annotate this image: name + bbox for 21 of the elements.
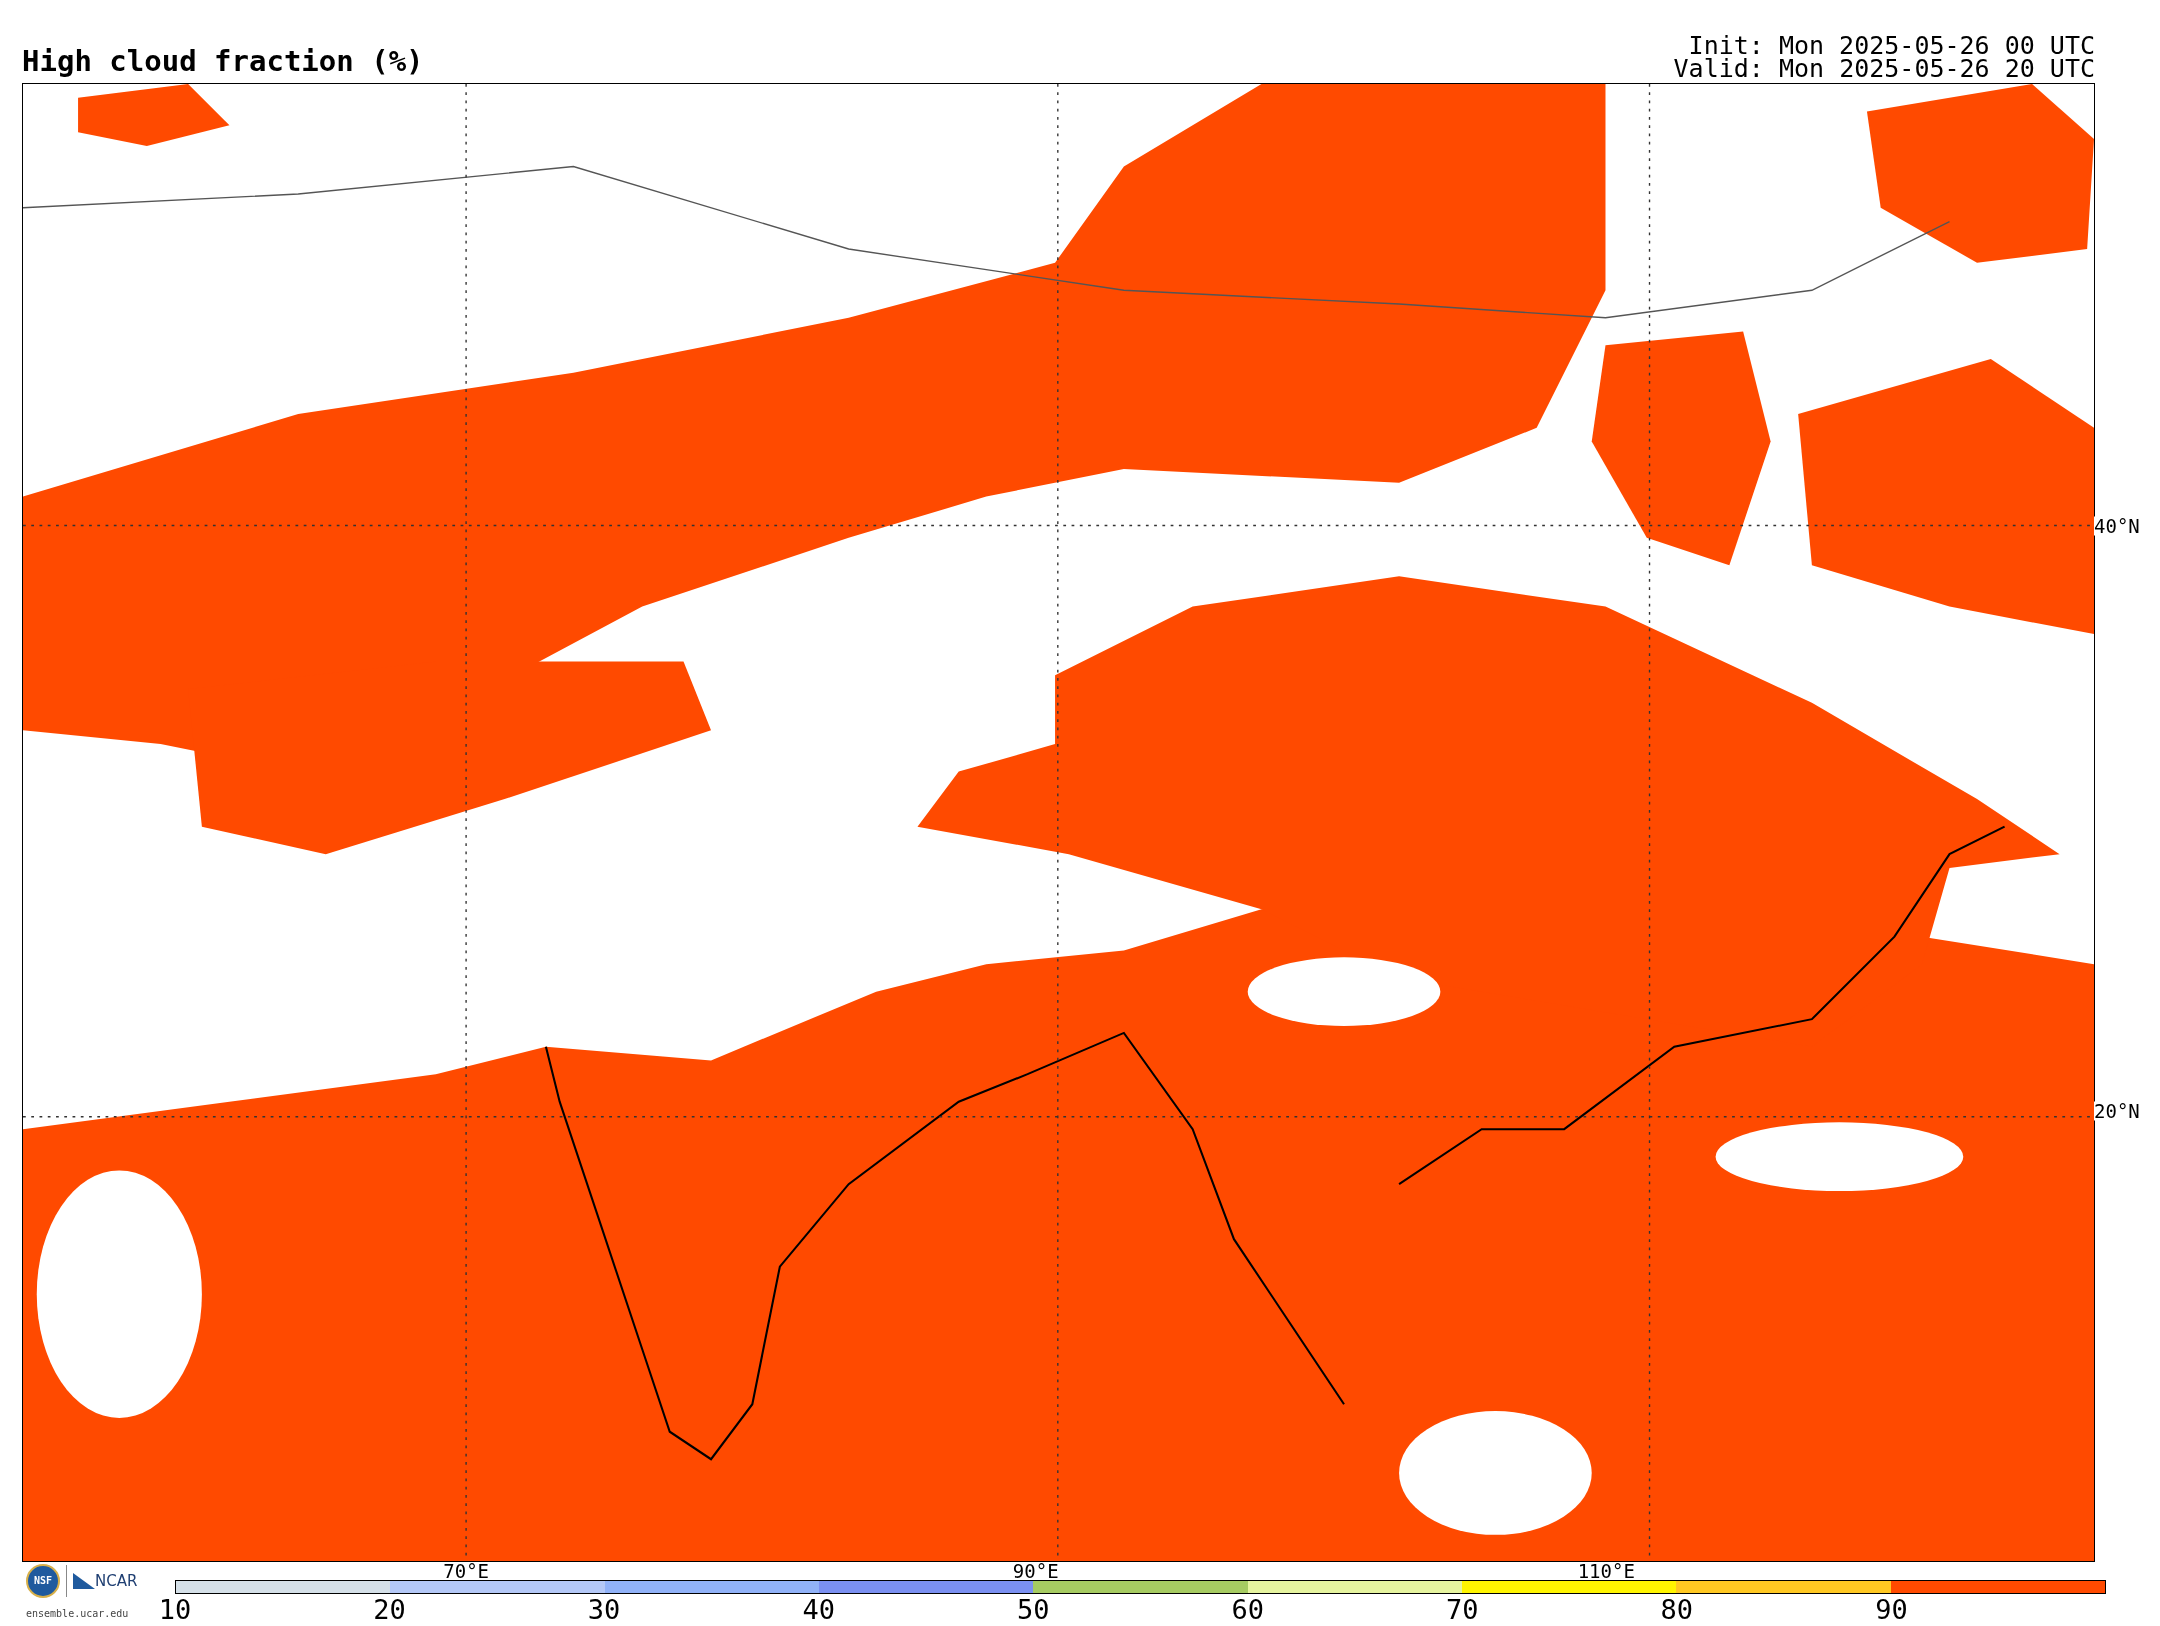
colorbar-tick-label: 40 [802,1596,835,1623]
colorbar-tick-label: 10 [158,1596,192,1623]
wedge-icon [73,1573,95,1589]
latitude-label: 40°N [2094,516,2140,536]
chart-title: High cloud fraction (%) [22,47,424,76]
latitude-label: 20°N [2094,1101,2140,1120]
logo-text: NSF [33,1576,53,1586]
colorbar-tick-label: 60 [1231,1596,1264,1623]
logo-text: NCAR [95,1573,138,1589]
colorbar-tick-label: 70 [1446,1596,1479,1623]
longitude-label: 70°E [443,1562,490,1581]
colorbar-tick-label: 90 [1875,1596,1908,1623]
longitude-label: 110°E [1577,1562,1635,1581]
colorbar-tick-label: 30 [587,1596,621,1623]
valid-time: Valid: Mon 2025-05-26 20 UTC [1673,57,2095,80]
colorbar-tick-label: 50 [1016,1596,1050,1623]
colorbar-tick-label: 20 [373,1596,406,1623]
init-time: Init: Mon 2025-05-26 00 UTC [1688,34,2095,57]
colorbar-tick-label: 80 [1660,1596,1694,1623]
site-url: ensemble.ucar.edu [26,1607,129,1621]
longitude-label: 90°E [1012,1562,1059,1581]
